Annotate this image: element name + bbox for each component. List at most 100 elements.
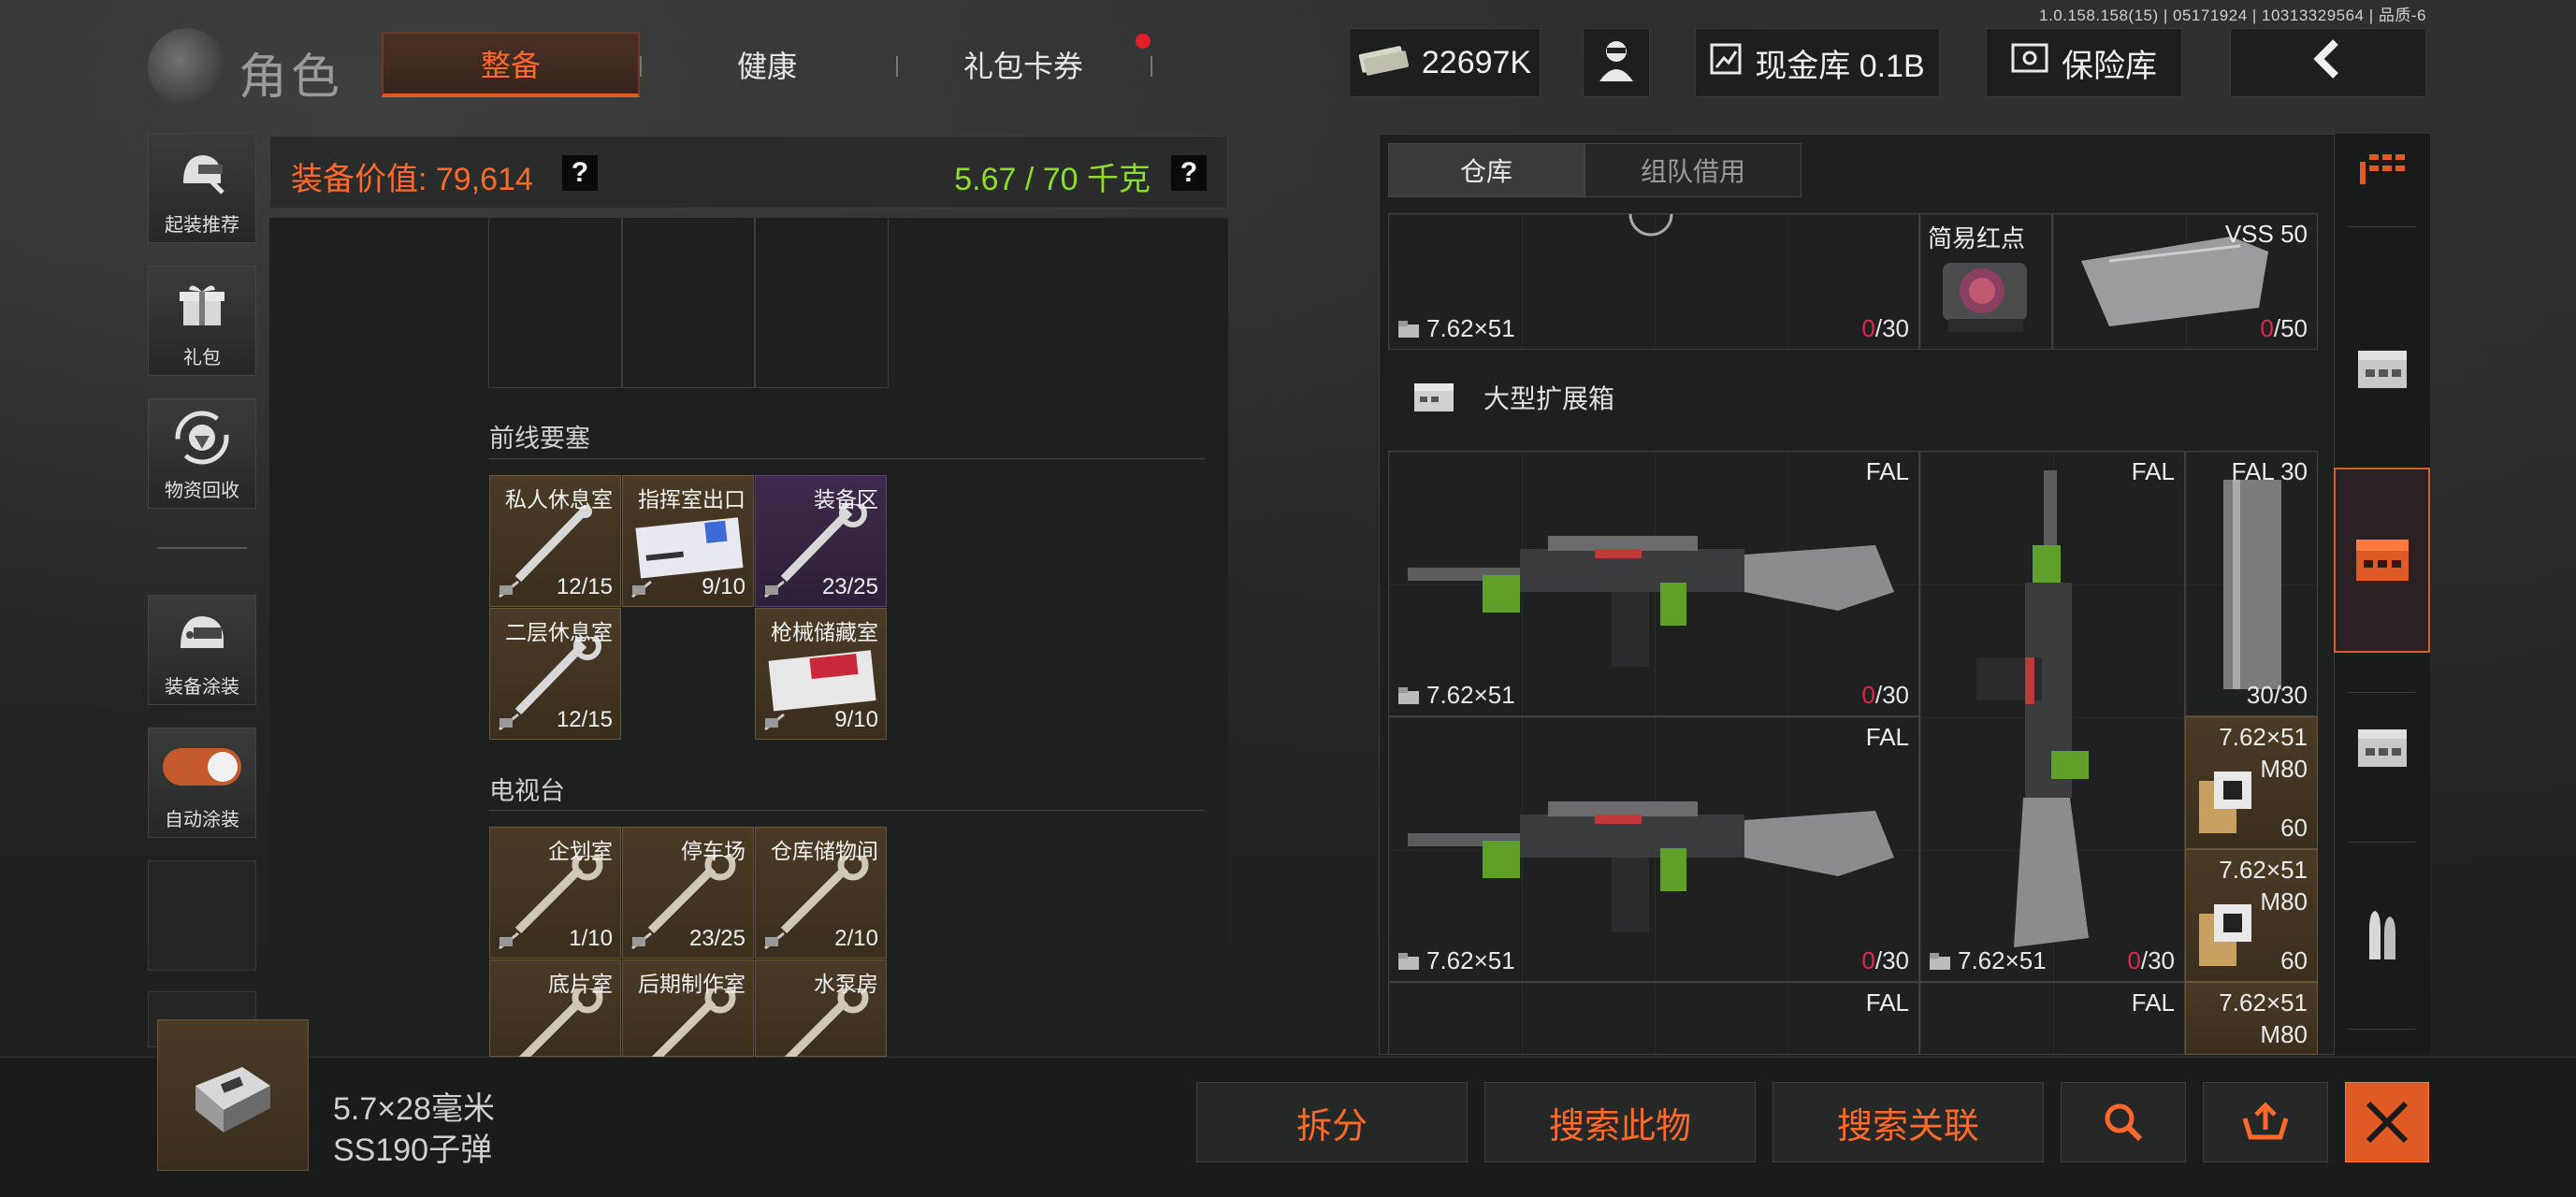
key-icon <box>514 637 601 715</box>
sidebar-item-equipment-paint[interactable]: 装备涂装 <box>148 595 256 705</box>
sort-grid-icon <box>2359 154 2405 184</box>
key-item[interactable]: 装备区 23/25 <box>755 475 887 607</box>
cash-vault-button[interactable]: 现金库 0.1B <box>1695 28 1940 97</box>
item-name: FAL 30 <box>2231 457 2308 485</box>
ammo-loaded: 0 <box>1861 946 1875 974</box>
key-item[interactable]: 停车场 23/25 <box>622 827 754 959</box>
key-item[interactable]: 枪械储藏室 9/10 <box>755 608 887 740</box>
operator-avatar-icon <box>1594 35 1639 92</box>
storage-box-icon <box>2355 540 2409 581</box>
back-button[interactable] <box>2230 28 2426 97</box>
item-caliber: 7.62×51 <box>1397 681 1515 710</box>
item-name: 简易红点 <box>1928 224 2026 252</box>
ammo-capacity: /30 <box>1874 946 1909 974</box>
item-caliber: 7.62×51 <box>1397 314 1515 343</box>
cash-vault-label: 现金库 0.1B <box>1755 48 1925 84</box>
key-item[interactable]: 水泵房 <box>755 959 887 1067</box>
warehouse-item-rifle[interactable]: 7.62×51 0/30 <box>1388 213 1919 350</box>
sidebar-item-recycle[interactable]: 物资回收 <box>148 398 256 509</box>
key-item[interactable]: 底片室 <box>489 959 621 1067</box>
durability-icon <box>499 580 519 598</box>
warehouse-item-fal[interactable]: FAL 7.62×51 0/30 <box>1388 716 1919 982</box>
tab-gift-coupons[interactable]: 礼包卡券 <box>894 32 1152 97</box>
warehouse-tabs: 仓库 组队借用 <box>1388 143 1802 197</box>
bullet-icon <box>2368 911 2395 959</box>
key-icon <box>780 504 867 583</box>
helmet-recommend-icon <box>174 134 230 209</box>
tab-divider <box>1151 56 1152 77</box>
key-uses: 23/25 <box>688 926 745 951</box>
item-subtype: M80 <box>2260 887 2308 916</box>
key-item[interactable]: 指挥室出口 9/10 <box>622 475 754 607</box>
key-name: 二层休息室 <box>505 620 613 644</box>
tab-warehouse[interactable]: 仓库 <box>1388 143 1585 197</box>
durability-icon <box>499 713 519 731</box>
close-button[interactable] <box>2345 1082 2429 1162</box>
safe-button[interactable]: 保险库 <box>1986 28 2182 97</box>
equipment-value: 装备价值: 79,614 <box>291 162 533 197</box>
nav-box[interactable] <box>2334 697 2430 800</box>
nav-small-box[interactable] <box>2334 318 2430 421</box>
key-name: 枪械储藏室 <box>771 620 878 644</box>
sidebar-item-gift[interactable]: 礼包 <box>148 266 256 376</box>
key-uses: 9/10 <box>834 707 878 732</box>
key-item[interactable]: 仓库储物间 2/10 <box>755 827 887 959</box>
item-ammo-count: 0/30 <box>1861 946 1909 975</box>
warehouse-item-ammo[interactable]: 7.62×51 M80 60 <box>2185 716 2318 849</box>
tab-health[interactable]: 健康 <box>638 32 896 97</box>
sell-button[interactable] <box>2203 1082 2328 1162</box>
warehouse-item-red-dot[interactable]: 简易红点 <box>1919 213 2052 350</box>
key-icon <box>514 988 603 1067</box>
item-ammo-count: 0/50 <box>2260 314 2308 343</box>
section-divider <box>489 458 1205 459</box>
item-name: FAL <box>2131 988 2175 1017</box>
key-uses: 12/15 <box>556 574 613 599</box>
key-item[interactable]: 二层休息室 12/15 <box>489 608 621 740</box>
magazine-icon <box>2223 480 2281 689</box>
tab-equipment[interactable]: 整备 <box>382 32 640 97</box>
nav-divider <box>2348 842 2416 843</box>
value-help-button[interactable]: ? <box>562 155 598 191</box>
auto-paint-toggle[interactable] <box>163 747 241 786</box>
search-button[interactable] <box>2061 1082 2186 1162</box>
currency-display[interactable]: 22697K <box>1349 28 1541 97</box>
container-label: 大型扩展箱 <box>1483 384 1615 413</box>
ammo-capacity: /30 <box>1874 314 1909 342</box>
search-item-button[interactable]: 搜索此物 <box>1484 1082 1756 1162</box>
sidebar-item-loadout-recommend[interactable]: 起装推荐 <box>148 133 256 243</box>
durability-icon <box>764 713 785 731</box>
operator-button[interactable] <box>1583 28 1650 97</box>
split-button[interactable]: 拆分 <box>1196 1082 1468 1162</box>
key-uses: 1/10 <box>569 926 613 951</box>
ammo-capacity: /30 <box>1874 681 1909 709</box>
warehouse-item-fal[interactable]: FAL <box>1919 982 2185 1055</box>
search-related-button[interactable]: 搜索关联 <box>1773 1082 2044 1162</box>
helmet-paint-icon <box>173 596 231 671</box>
key-item[interactable]: 后期制作室 <box>622 959 754 1067</box>
back-arrow-icon <box>2308 38 2349 88</box>
warehouse-item-fal-mag[interactable]: FAL 30 30/30 <box>2185 451 2318 716</box>
item-stack-count: 60 <box>2280 946 2308 974</box>
recycle-icon <box>172 399 232 475</box>
ammo-box-icon <box>2199 904 2251 966</box>
caliber-text: 7.62×51 <box>1426 681 1515 709</box>
toggle-wrapper <box>163 728 241 804</box>
ammo-box-icon <box>1930 952 1950 970</box>
warehouse-item-ammo[interactable]: 7.62×51 M80 60 <box>2185 849 2318 982</box>
sort-button[interactable] <box>2334 116 2430 219</box>
ammo-loaded: 0 <box>2260 314 2274 342</box>
warehouse-item-fal-vertical[interactable]: FAL 7.62×51 0/30 <box>1919 451 2185 982</box>
warehouse-item-fal[interactable]: FAL <box>1388 982 1919 1055</box>
warehouse-item-vss-mag[interactable]: VSS 50 0/50 <box>2052 213 2318 350</box>
nav-ammo[interactable] <box>2334 884 2430 987</box>
warehouse-item-fal[interactable]: FAL 7.62×51 0/30 <box>1388 451 1919 716</box>
sidebar-item-auto-paint[interactable]: 自动涂装 <box>148 728 256 838</box>
nav-divider <box>2348 226 2416 227</box>
nav-large-box[interactable] <box>2334 468 2430 653</box>
weight-help-button[interactable]: ? <box>1171 155 1207 191</box>
sidebar-item-label: 起装推荐 <box>165 215 239 236</box>
warehouse-item-ammo[interactable]: 7.62×51 M80 <box>2185 982 2318 1055</box>
key-item[interactable]: 私人休息室 12/15 <box>489 475 621 607</box>
key-item[interactable]: 企划室 1/10 <box>489 827 621 959</box>
tab-team-borrow[interactable]: 组队借用 <box>1585 143 1802 197</box>
